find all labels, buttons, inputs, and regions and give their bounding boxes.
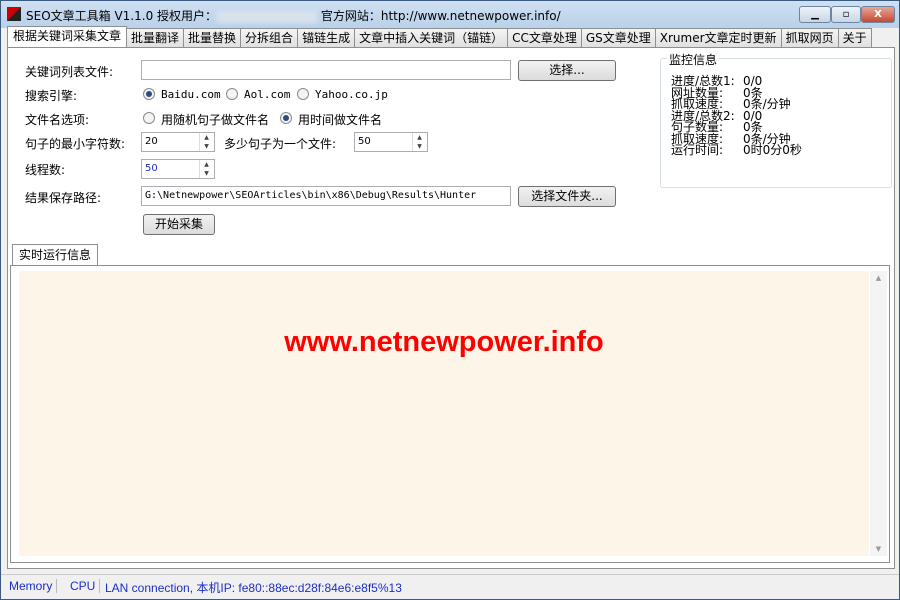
save-path-label: 结果保存路径: <box>25 191 102 205</box>
select-folder-button[interactable]: 选择文件夹... <box>518 186 616 207</box>
filename-label: 文件名选项: <box>25 113 90 127</box>
tab-6[interactable]: CC文章处理 <box>507 28 582 47</box>
spin-arrows-icon[interactable]: ▲ ▼ <box>412 133 426 151</box>
radio-time-filename[interactable] <box>280 112 292 124</box>
log-panel: www.netnewpower.info ▲ ▼ <box>10 265 890 563</box>
select-file-button[interactable]: 选择... <box>518 60 616 81</box>
watermark-text: www.netnewpower.info <box>284 326 604 358</box>
save-path-input[interactable]: G:\Netnewpower\SEOArticles\bin\x86\Debug… <box>141 186 511 206</box>
keyword-file-label: 关键词列表文件: <box>25 65 114 79</box>
title-bar: SEO文章工具箱 V1.1.0 授权用户： 官方网站：http://www.ne… <box>1 1 899 28</box>
threads-label: 线程数: <box>25 163 66 177</box>
tab-0[interactable]: 根据关键词采集文章 <box>7 26 128 47</box>
window-title: SEO文章工具箱 V1.1.0 授权用户： 官方网站：http://www.ne… <box>26 7 561 24</box>
radio-random-filename[interactable] <box>143 112 155 124</box>
min-chars-value: 20 <box>145 136 158 147</box>
status-memory: Memory <box>9 579 58 593</box>
radio-yahoo[interactable] <box>297 88 309 100</box>
monitor-value: 0时0分0秒 <box>743 143 802 157</box>
tab-3[interactable]: 分拆组合 <box>240 28 299 47</box>
tab-5[interactable]: 文章中插入关键词（锚链） <box>354 28 509 47</box>
tab-8[interactable]: Xrumer文章定时更新 <box>654 28 782 47</box>
log-textarea[interactable]: www.netnewpower.info <box>19 271 869 556</box>
sentences-stepper[interactable]: 50 ▲ ▼ <box>354 132 428 152</box>
scroll-down-icon[interactable]: ▼ <box>870 545 887 553</box>
title-suffix: 官方网站：http://www.netnewpower.info/ <box>320 9 561 23</box>
radio-yahoo-label: Yahoo.co.jp <box>315 88 388 101</box>
monitor-group: 监控信息 进度/总数1: 0/0 网址数量: 0条 抓取速度: 0条/分钟 进度/总数2: 0… <box>660 51 892 188</box>
tab-4[interactable]: 锚链生成 <box>297 28 356 47</box>
spin-arrows-icon[interactable]: ▲ ▼ <box>199 133 213 151</box>
blurred-username <box>217 10 318 23</box>
min-chars-stepper[interactable]: 20 ▲ ▼ <box>141 132 215 152</box>
tab-10[interactable]: 关于 <box>837 28 872 47</box>
monitor-row: 运行时间: 0时0分0秒 <box>671 143 802 157</box>
log-scrollbar[interactable]: ▲ ▼ <box>870 271 887 556</box>
status-cpu: CPU <box>70 579 101 593</box>
threads-stepper[interactable]: 50 ▲ ▼ <box>141 159 215 179</box>
threads-value: 50 <box>145 163 158 174</box>
sentences-value: 50 <box>358 136 371 147</box>
min-chars-label: 句子的最小字符数: <box>25 137 126 151</box>
radio-time-filename-label: 用时间做文件名 <box>298 113 383 127</box>
tab-1[interactable]: 批量翻译 <box>126 28 185 47</box>
tab-2[interactable]: 批量替换 <box>183 28 242 47</box>
spin-arrows-icon[interactable]: ▲ ▼ <box>199 160 213 178</box>
radio-aol-label: Aol.com <box>244 88 291 101</box>
maximize-button[interactable]: ▫ <box>831 6 861 23</box>
app-logo-icon <box>7 7 21 21</box>
radio-baidu[interactable] <box>143 88 155 100</box>
radio-aol[interactable] <box>226 88 238 100</box>
monitor-title: 监控信息 <box>667 51 720 68</box>
app-window: SEO文章工具箱 V1.1.0 授权用户： 官方网站：http://www.ne… <box>0 0 900 600</box>
status-bar: Memory CPU LAN connection, 本机IP: fe80::8… <box>1 574 899 599</box>
sentences-label: 多少句子为一个文件: <box>224 137 337 151</box>
tab-7[interactable]: GS文章处理 <box>580 28 656 47</box>
minimize-button[interactable]: ▁ <box>799 6 831 23</box>
close-button[interactable]: X <box>861 6 895 23</box>
radio-baidu-label: Baidu.com <box>161 88 221 101</box>
monitor-label: 运行时间: <box>671 143 724 157</box>
main-tabs: 根据关键词采集文章 批量翻译 批量替换 分拆组合 锚链生成 文章中插入关键词（锚链） CC文… <box>7 26 872 47</box>
tab-panel: 关键词列表文件: 选择... 搜索引擎: Baidu.com Aol.com Y… <box>7 47 895 569</box>
tab-9[interactable]: 抓取网页 <box>780 28 839 47</box>
start-button[interactable]: 开始采集 <box>143 214 215 235</box>
title-prefix: SEO文章工具箱 V1.1.0 授权用户： <box>26 9 218 23</box>
engine-label: 搜索引擎: <box>25 89 78 103</box>
scroll-up-icon[interactable]: ▲ <box>870 274 887 282</box>
monitor-list: 进度/总数1: 0/0 网址数量: 0条 抓取速度: 0条/分钟 进度/总数2: 0/0 句子数… <box>671 75 802 157</box>
radio-random-filename-label: 用随机句子做文件名 <box>161 113 270 127</box>
tab-realtime-log[interactable]: 实时运行信息 <box>12 244 99 265</box>
status-network: LAN connection, 本机IP: fe80::88ec:d28f:84… <box>105 581 402 595</box>
keyword-file-input[interactable] <box>141 60 511 80</box>
